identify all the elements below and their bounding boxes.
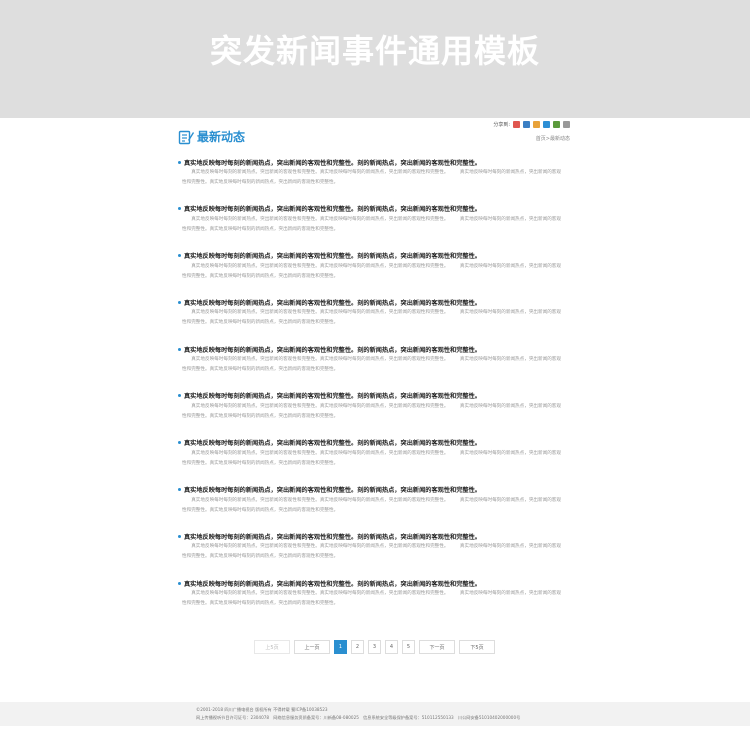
footer-copyright: ©2001-2018 四川广播电视台 版权所有 不得转载 蜀ICP备100385… xyxy=(196,707,328,712)
news-icon xyxy=(178,129,194,145)
hero-title: 突发新闻事件通用模板 xyxy=(209,32,540,70)
news-list: 真实地反映每时每刻的新闻热点，突出新闻的客观性和完整性。刻的新闻热点，突出新闻的… xyxy=(178,158,572,626)
news-title-link[interactable]: 真实地反映每时每刻的新闻热点，突出新闻的客观性和完整性。刻的新闻热点，突出新闻的… xyxy=(178,486,572,494)
news-summary: 真实地反映每时每刻的新闻热点。突出新闻的客观性和完整性。真实地反映每时每刻的新闻… xyxy=(182,216,561,232)
list-item[interactable]: 真实地反映每时每刻的新闻热点，突出新闻的客观性和完整性。刻的新闻热点，突出新闻的… xyxy=(178,439,572,486)
main-content: 分享到: 最新动态 首页>最新动态 真实地反映每时每刻的新闻热点，突出新闻的客观… xyxy=(178,118,572,702)
share-label: 分享到: xyxy=(493,122,510,128)
news-title-link[interactable]: 真实地反映每时每刻的新闻热点，突出新闻的客观性和完整性。刻的新闻热点，突出新闻的… xyxy=(178,158,572,167)
qzone-icon[interactable] xyxy=(513,121,520,128)
list-item[interactable]: 真实地反映每时每刻的新闻热点，突出新闻的客观性和完整性。刻的新闻热点，突出新闻的… xyxy=(178,252,572,299)
news-title-text[interactable]: 真实地反映每时每刻的新闻热点，突出新闻的客观性和完整性。刻的新闻热点，突出新闻的… xyxy=(184,391,481,400)
news-title-text[interactable]: 真实地反映每时每刻的新闻热点，突出新闻的客观性和完整性。刻的新闻热点，突出新闻的… xyxy=(184,298,481,307)
news-summary: 真实地反映每时每刻的新闻热点。突出新闻的客观性和完整性。真实地反映每时每刻的新闻… xyxy=(182,357,561,373)
news-title-text[interactable]: 真实地反映每时每刻的新闻热点，突出新闻的客观性和完整性。刻的新闻热点，突出新闻的… xyxy=(184,438,481,447)
news-title-link[interactable]: 真实地反映每时每刻的新闻热点，突出新闻的客观性和完整性。刻的新闻热点，突出新闻的… xyxy=(178,532,572,541)
news-summary: 真实地反映每时每刻的新闻热点。突出新闻的客观性和完整性。真实地反映每时每刻的新闻… xyxy=(182,544,561,560)
list-item[interactable]: 真实地反映每时每刻的新闻热点，突出新闻的客观性和完整性。刻的新闻热点，突出新闻的… xyxy=(178,532,572,579)
page-4-button[interactable]: 4 xyxy=(385,640,398,654)
bullet-icon xyxy=(178,394,181,398)
share-bar: 分享到: xyxy=(493,121,570,128)
news-title-text[interactable]: 真实地反映每时每刻的新闻热点，突出新闻的客观性和完整性。刻的新闻热点，突出新闻的… xyxy=(184,485,481,494)
more-share-icon[interactable] xyxy=(563,121,570,128)
bullet-icon xyxy=(178,347,181,351)
news-summary: 真实地反映每时每刻的新闻热点。突出新闻的客观性和完整性。真实地反映每时每刻的新闻… xyxy=(182,310,561,326)
bullet-icon xyxy=(178,441,181,445)
bullet-icon xyxy=(178,207,181,211)
list-item[interactable]: 真实地反映每时每刻的新闻热点，突出新闻的客观性和完整性。刻的新闻热点，突出新闻的… xyxy=(178,579,572,626)
page-3-button[interactable]: 3 xyxy=(368,640,381,654)
list-item[interactable]: 真实地反映每时每刻的新闻热点，突出新闻的客观性和完整性。刻的新闻热点，突出新闻的… xyxy=(178,298,572,345)
news-title-link[interactable]: 真实地反映每时每刻的新闻热点，突出新闻的客观性和完整性。刻的新闻热点，突出新闻的… xyxy=(178,579,572,588)
first-pages-button[interactable]: 上5页 xyxy=(254,640,290,654)
bullet-icon xyxy=(178,160,181,164)
news-summary: 真实地反映每时每刻的新闻热点。突出新闻的客观性和完整性。真实地反映每时每刻的新闻… xyxy=(182,263,561,279)
tencent-weibo-icon[interactable] xyxy=(523,121,530,128)
list-item[interactable]: 真实地反映每时每刻的新闻热点，突出新闻的客观性和完整性。刻的新闻热点，突出新闻的… xyxy=(178,392,572,439)
bullet-icon xyxy=(178,534,181,538)
section-title: 最新动态 xyxy=(197,130,246,144)
list-item[interactable]: 真实地反映每时每刻的新闻热点，突出新闻的客观性和完整性。刻的新闻热点，突出新闻的… xyxy=(178,486,572,533)
list-item[interactable]: 真实地反映每时每刻的新闻热点，突出新闻的客观性和完整性。刻的新闻热点，突出新闻的… xyxy=(178,205,572,252)
pagination: 上5页 上一页 1 2 3 4 5 下一页 下5页 xyxy=(254,640,495,654)
news-title-link[interactable]: 真实地反映每时每刻的新闻热点，突出新闻的客观性和完整性。刻的新闻热点，突出新闻的… xyxy=(178,392,572,400)
news-title-text[interactable]: 真实地反映每时每刻的新闻热点，突出新闻的客观性和完整性。刻的新闻热点，突出新闻的… xyxy=(184,204,481,213)
next-page-button[interactable]: 下一页 xyxy=(419,640,455,654)
breadcrumb[interactable]: 首页>最新动态 xyxy=(536,135,570,142)
news-summary: 真实地反映每时每刻的新闻热点。突出新闻的客观性和完整性。真实地反映每时每刻的新闻… xyxy=(182,403,561,419)
hero-banner: 突发新闻事件通用模板 xyxy=(0,0,750,118)
douban-icon[interactable] xyxy=(553,121,560,128)
news-title-link[interactable]: 真实地反映每时每刻的新闻热点，突出新闻的客观性和完整性。刻的新闻热点，突出新闻的… xyxy=(178,298,572,307)
section-header: 最新动态 xyxy=(178,128,245,145)
footer: ©2001-2018 四川广播电视台 版权所有 不得转载 蜀ICP备100385… xyxy=(0,702,750,726)
news-summary: 真实地反映每时每刻的新闻热点。突出新闻的客观性和完整性。真实地反映每时每刻的新闻… xyxy=(182,591,561,607)
list-item[interactable]: 真实地反映每时每刻的新闻热点，突出新闻的客观性和完整性。刻的新闻热点，突出新闻的… xyxy=(178,158,572,205)
news-summary: 真实地反映每时每刻的新闻热点。突出新闻的客观性和完整性。真实地反映每时每刻的新闻… xyxy=(182,450,561,466)
bullet-icon xyxy=(178,581,181,585)
bullet-icon xyxy=(178,254,181,258)
news-title-link[interactable]: 真实地反映每时每刻的新闻热点，突出新闻的客观性和完整性。刻的新闻热点，突出新闻的… xyxy=(178,439,572,447)
page-5-button[interactable]: 5 xyxy=(402,640,415,654)
news-title-link[interactable]: 真实地反映每时每刻的新闻热点，突出新闻的客观性和完整性。刻的新闻热点，突出新闻的… xyxy=(178,252,572,260)
news-title-text[interactable]: 真实地反映每时每刻的新闻热点，突出新闻的客观性和完整性。刻的新闻热点，突出新闻的… xyxy=(184,345,481,354)
news-title-link[interactable]: 真实地反映每时每刻的新闻热点，突出新闻的客观性和完整性。刻的新闻热点，突出新闻的… xyxy=(178,345,572,354)
news-title-text[interactable]: 真实地反映每时每刻的新闻热点，突出新闻的客观性和完整性。刻的新闻热点，突出新闻的… xyxy=(184,251,481,260)
page-2-button[interactable]: 2 xyxy=(351,640,364,654)
sina-weibo-icon[interactable] xyxy=(533,121,540,128)
bullet-icon xyxy=(178,488,181,492)
news-title-text[interactable]: 真实地反映每时每刻的新闻热点，突出新闻的客观性和完整性。刻的新闻热点，突出新闻的… xyxy=(184,158,481,167)
news-summary: 真实地反映每时每刻的新闻热点。突出新闻的客观性和完整性。真实地反映每时每刻的新闻… xyxy=(182,497,561,513)
news-title-text[interactable]: 真实地反映每时每刻的新闻热点，突出新闻的客观性和完整性。刻的新闻热点，突出新闻的… xyxy=(184,532,481,541)
last-pages-button[interactable]: 下5页 xyxy=(459,640,495,654)
renren-icon[interactable] xyxy=(543,121,550,128)
prev-page-button[interactable]: 上一页 xyxy=(294,640,330,654)
footer-licenses: 网上传播视听节目许可证号：2304078 网络信息服务资质备案号：川新备08-0… xyxy=(196,715,521,720)
news-summary: 真实地反映每时每刻的新闻热点。突出新闻的客观性和完整性。真实地反映每时每刻的新闻… xyxy=(182,170,561,185)
bullet-icon xyxy=(178,300,181,304)
page-1-button[interactable]: 1 xyxy=(334,640,347,654)
news-title-text[interactable]: 真实地反映每时每刻的新闻热点，突出新闻的客观性和完整性。刻的新闻热点，突出新闻的… xyxy=(184,579,481,588)
list-item[interactable]: 真实地反映每时每刻的新闻热点，突出新闻的客观性和完整性。刻的新闻热点，突出新闻的… xyxy=(178,345,572,392)
news-title-link[interactable]: 真实地反映每时每刻的新闻热点，突出新闻的客观性和完整性。刻的新闻热点，突出新闻的… xyxy=(178,205,572,213)
